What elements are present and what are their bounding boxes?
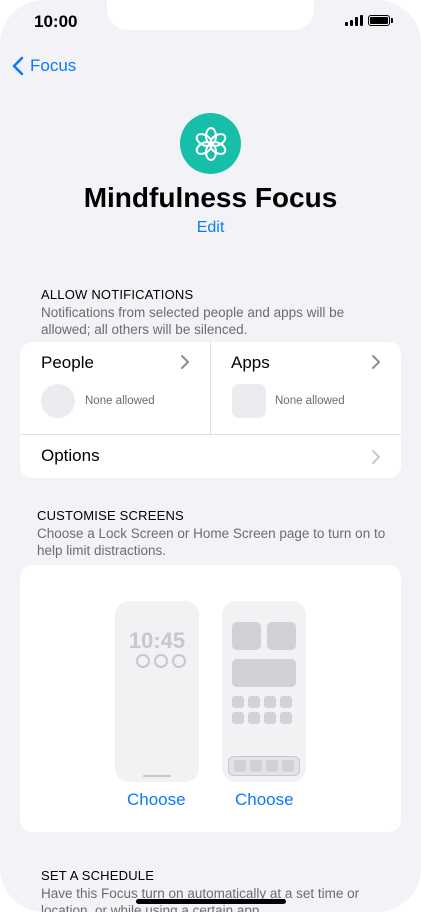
dock <box>228 756 300 776</box>
customise-screens-heading: CUSTOMISE SCREENS <box>37 508 184 523</box>
signal-icon <box>345 15 363 26</box>
customise-screens-description: Choose a Lock Screen or Home Screen page… <box>37 526 386 558</box>
apps-cell[interactable]: Apps None allowed <box>211 342 401 434</box>
page-title: Mindfulness Focus <box>83 182 338 213</box>
options-row[interactable]: Options <box>20 434 401 478</box>
people-cell[interactable]: People None allowed <box>20 342 210 434</box>
status-time: 10:00 <box>34 12 78 31</box>
people-apps-row: People None allowed Apps None allowed <box>20 342 401 435</box>
chevron-right-icon <box>372 450 380 464</box>
people-status: None allowed <box>85 395 155 407</box>
chevron-left-icon <box>12 56 24 76</box>
choose-home-screen-button[interactable]: Choose <box>235 790 294 810</box>
widget-placeholder <box>267 622 296 650</box>
options-label: Options <box>41 446 100 465</box>
set-schedule-heading: SET A SCHEDULE <box>41 868 155 883</box>
people-label: People <box>41 353 94 372</box>
status-icons <box>345 15 393 26</box>
customise-screens-card: 10:45 Choose Choose <box>20 565 401 832</box>
back-button[interactable]: Focus <box>12 56 76 76</box>
notch <box>107 0 314 30</box>
battery-icon <box>368 15 390 26</box>
choose-lock-screen-button[interactable]: Choose <box>127 790 186 810</box>
lock-screen-time: 10:45 <box>128 628 186 653</box>
edit-button[interactable]: Edit <box>0 219 421 237</box>
apps-label: Apps <box>231 353 270 372</box>
widget-placeholder <box>232 659 296 687</box>
allow-notifications-heading: ALLOW NOTIFICATIONS <box>41 287 194 302</box>
phone-screen: 10:00 Focus Mindfulness Focus Edit ALLOW… <box>0 0 421 912</box>
people-avatar-placeholder <box>41 384 75 418</box>
chevron-right-icon <box>181 355 189 369</box>
lock-home-bar <box>143 775 171 777</box>
allow-notifications-description: Notifications from selected people and a… <box>41 305 345 337</box>
battery-cap <box>391 18 393 23</box>
apps-status: None allowed <box>275 395 345 407</box>
back-label: Focus <box>30 56 77 75</box>
app-grid <box>232 696 296 724</box>
mindfulness-flower-icon <box>180 113 241 174</box>
widget-dots <box>136 654 186 668</box>
app-icon-placeholder <box>232 384 266 418</box>
home-indicator <box>136 899 286 904</box>
widget-placeholder <box>232 622 261 650</box>
home-screen-preview[interactable] <box>222 601 306 782</box>
allow-notifications-card: People None allowed Apps None allowed Op… <box>20 342 401 478</box>
chevron-right-icon <box>372 355 380 369</box>
lock-screen-preview[interactable]: 10:45 <box>115 601 199 782</box>
